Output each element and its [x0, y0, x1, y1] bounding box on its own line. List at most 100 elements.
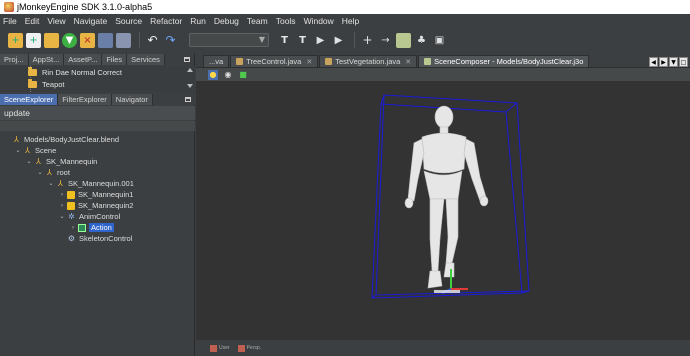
screenshot-icon[interactable]	[396, 32, 411, 48]
menu-help[interactable]: Help	[342, 16, 359, 26]
mesh-node-icon: ⅄	[47, 168, 52, 177]
tab-projects[interactable]: Proj...	[0, 54, 29, 65]
scene-tree: ⅄ Models/BodyJustClear.blend ⌄ ⅄ Scene ⌄ ⅄ SK_M…	[0, 134, 195, 244]
tab-testvegetation[interactable]: TestVegetation.java ✕	[319, 55, 418, 67]
tree-node[interactable]: › SK_Mannequin1	[0, 189, 195, 200]
expand-toggle-icon[interactable]: ⌄	[26, 158, 32, 165]
tab-navigator[interactable]: Navigator	[111, 94, 153, 105]
tab-nav: ◀ ▶ ▼ □	[648, 57, 688, 67]
scroll-up-icon[interactable]	[187, 68, 193, 72]
scrollbar[interactable]	[187, 68, 193, 90]
tree-node-label: Models/BodyJustClear.blend	[24, 135, 120, 144]
tree-node[interactable]: ⌄ ⅄ root	[0, 167, 195, 178]
new-file-icon[interactable]: +	[26, 32, 41, 48]
tab-files[interactable]: Files	[102, 54, 128, 65]
tree-node-label: SK_Mannequin.001	[68, 179, 134, 188]
persp-view-indicator[interactable]: Persp.	[237, 344, 261, 352]
collapse-toggle-icon[interactable]: ›	[70, 225, 76, 231]
debug-icon[interactable]: ▶	[331, 33, 346, 48]
ground-plane	[434, 290, 460, 293]
new-project-icon[interactable]: +	[8, 32, 23, 48]
redo-icon[interactable]: ↷	[163, 33, 178, 48]
download-icon[interactable]: ▼	[62, 32, 77, 48]
tab-scene-explorer[interactable]: SceneExplorer	[0, 94, 59, 105]
scroll-down-icon[interactable]	[187, 84, 193, 88]
tree-node[interactable]: ⌄ ✲ AnimControl	[0, 211, 195, 222]
main-toolbar: + + ▼ × ↶ ↷ ▼ T T ▶ ▶ + → ♣ ▣	[0, 27, 690, 53]
close-icon[interactable]: ✕	[306, 58, 312, 66]
tree-node-label: SK_Mannequin	[46, 157, 98, 166]
film-node-icon	[78, 223, 86, 232]
light-bulb-icon[interactable]: ●	[208, 69, 218, 80]
expand-toggle-icon[interactable]: ⌄	[59, 213, 65, 220]
explorer-subbar	[0, 121, 195, 131]
tree-node-label: SK_Mannequin1	[78, 190, 134, 199]
truck-icon[interactable]: ▣	[432, 33, 447, 48]
expand-toggle-icon[interactable]: ⌄	[48, 180, 54, 187]
minimize-icon[interactable]	[185, 96, 191, 102]
toolbar-separator	[354, 32, 355, 48]
menu-refactor[interactable]: Refactor	[150, 16, 182, 26]
run-icon[interactable]: ▶	[313, 33, 328, 48]
collapse-toggle-icon[interactable]: ›	[59, 192, 65, 198]
undo-icon[interactable]: ↶	[145, 33, 160, 48]
menu-file[interactable]: File	[3, 16, 17, 26]
tree-node[interactable]: ⌄ ⅄ SK_Mannequin.001	[0, 178, 195, 189]
save-icon[interactable]	[98, 32, 113, 48]
menu-window[interactable]: Window	[304, 16, 334, 26]
tab-right-icon[interactable]: ▶	[659, 57, 668, 67]
menu-view[interactable]: View	[47, 16, 65, 26]
camera-icon	[210, 344, 217, 352]
menu-navigate[interactable]: Navigate	[74, 16, 108, 26]
tab-treecontrol[interactable]: TreeControl.java ✕	[230, 55, 319, 67]
menu-run[interactable]: Run	[190, 16, 206, 26]
menu-tools[interactable]: Tools	[276, 16, 296, 26]
tab-services[interactable]: Services	[127, 54, 165, 65]
tree-icon[interactable]: ♣	[414, 33, 429, 48]
editor-area: ...va TreeControl.java ✕ TestVegetation.…	[196, 53, 690, 356]
tree-node[interactable]: ⚙ SkeletonControl	[0, 233, 195, 244]
eye-icon[interactable]: ◉	[223, 70, 233, 80]
expand-toggle-icon[interactable]: ⌄	[15, 147, 21, 154]
open-project-icon[interactable]	[44, 32, 59, 48]
user-view-indicator[interactable]: User	[210, 344, 230, 352]
mesh-node-icon: ⅄	[36, 157, 41, 166]
viewport-toolbar: ● ◉ ■	[196, 67, 690, 81]
left-panel: Proj... AppSt... AssetP... Files Service…	[0, 53, 195, 356]
add-icon[interactable]: +	[360, 33, 375, 48]
tree-node[interactable]: ⅄ Models/BodyJustClear.blend	[0, 134, 195, 145]
mannequin-model	[404, 105, 489, 289]
maximize-icon[interactable]: □	[679, 57, 688, 67]
close-project-icon[interactable]: ×	[80, 32, 95, 48]
menu-edit[interactable]: Edit	[25, 16, 40, 26]
menu-team[interactable]: Team	[247, 16, 268, 26]
update-bar[interactable]: update	[0, 106, 195, 120]
project-item-label: Rin Dae Normal Correct	[42, 67, 123, 77]
clean-build-icon[interactable]: T	[295, 33, 310, 48]
minimize-icon[interactable]	[184, 56, 190, 62]
tree-node[interactable]: ⌄ ⅄ Scene	[0, 145, 195, 156]
cube-icon[interactable]: ■	[238, 70, 248, 80]
tab-scenecomposer[interactable]: SceneComposer - Models/BodyJustClear.j3o	[418, 55, 590, 67]
tab-filter-explorer[interactable]: FilterExplorer	[58, 94, 112, 105]
jump-icon[interactable]: →	[378, 33, 393, 48]
config-combo[interactable]: ▼	[189, 33, 269, 47]
save-all-icon[interactable]	[116, 32, 131, 48]
expand-toggle-icon[interactable]: ⌄	[37, 169, 43, 176]
tab-assetpacks[interactable]: AssetP...	[64, 54, 103, 65]
close-icon[interactable]: ✕	[405, 58, 411, 66]
collapse-toggle-icon[interactable]: ›	[59, 203, 65, 209]
hammer-icon[interactable]: T	[277, 33, 292, 48]
tab-left-icon[interactable]: ◀	[649, 57, 658, 67]
menu-debug[interactable]: Debug	[214, 16, 239, 26]
tab-appstates[interactable]: AppSt...	[28, 54, 65, 65]
folder-icon	[28, 78, 37, 88]
menu-source[interactable]: Source	[115, 16, 142, 26]
tree-node[interactable]: ⌄ ⅄ SK_Mannequin	[0, 156, 195, 167]
tab-editor-java[interactable]: ...va	[203, 55, 230, 67]
tree-node[interactable]: › SK_Mannequin2	[0, 200, 195, 211]
tab-label: SceneComposer - Models/BodyJustClear.j3o	[434, 57, 584, 66]
tab-list-icon[interactable]: ▼	[669, 57, 678, 67]
tree-node[interactable]: › Action	[0, 222, 195, 233]
3d-viewport[interactable]	[196, 81, 690, 340]
